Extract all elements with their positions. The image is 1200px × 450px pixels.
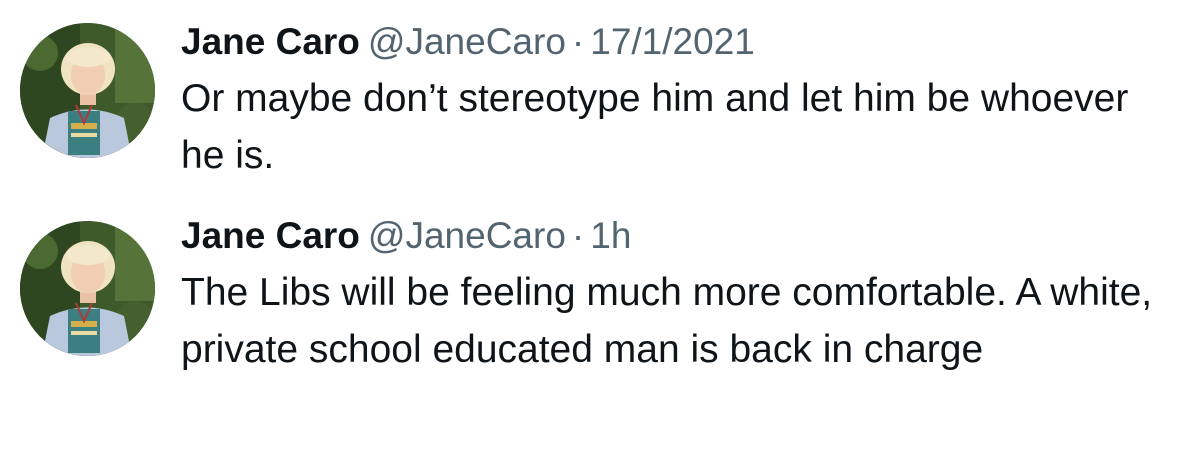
tweet-text: The Libs will be feeling much more comfo… <box>181 271 1153 371</box>
tweet-content: Jane Caro @JaneCaro · 1h The Libs will be f… <box>181 210 1180 378</box>
tweet-header: Jane Caro @JaneCaro · 17/1/2021 <box>181 16 1180 68</box>
timestamp[interactable]: 1h <box>590 215 631 256</box>
timestamp[interactable]: 17/1/2021 <box>590 21 755 62</box>
display-name[interactable]: Jane Caro <box>181 21 360 62</box>
separator-dot: · <box>571 21 585 62</box>
tweet[interactable]: Jane Caro @JaneCaro · 1h The Libs will be f… <box>0 205 1200 450</box>
avatar[interactable] <box>20 23 155 158</box>
user-handle[interactable]: @JaneCaro <box>368 21 566 62</box>
tweet-content: Jane Caro @JaneCaro · 17/1/2021 Or maybe do… <box>181 16 1180 184</box>
tweet-text: Or maybe don’t stereotype him and let hi… <box>181 77 1129 177</box>
avatar[interactable] <box>20 221 155 356</box>
display-name[interactable]: Jane Caro <box>181 215 360 256</box>
tweet[interactable]: Jane Caro @JaneCaro · 17/1/2021 Or maybe do… <box>0 0 1200 205</box>
profile-photo-icon <box>20 221 155 356</box>
tweet-header: Jane Caro @JaneCaro · 1h <box>181 210 1180 262</box>
separator-dot: · <box>571 215 585 256</box>
user-handle[interactable]: @JaneCaro <box>368 215 566 256</box>
profile-photo-icon <box>20 23 155 158</box>
